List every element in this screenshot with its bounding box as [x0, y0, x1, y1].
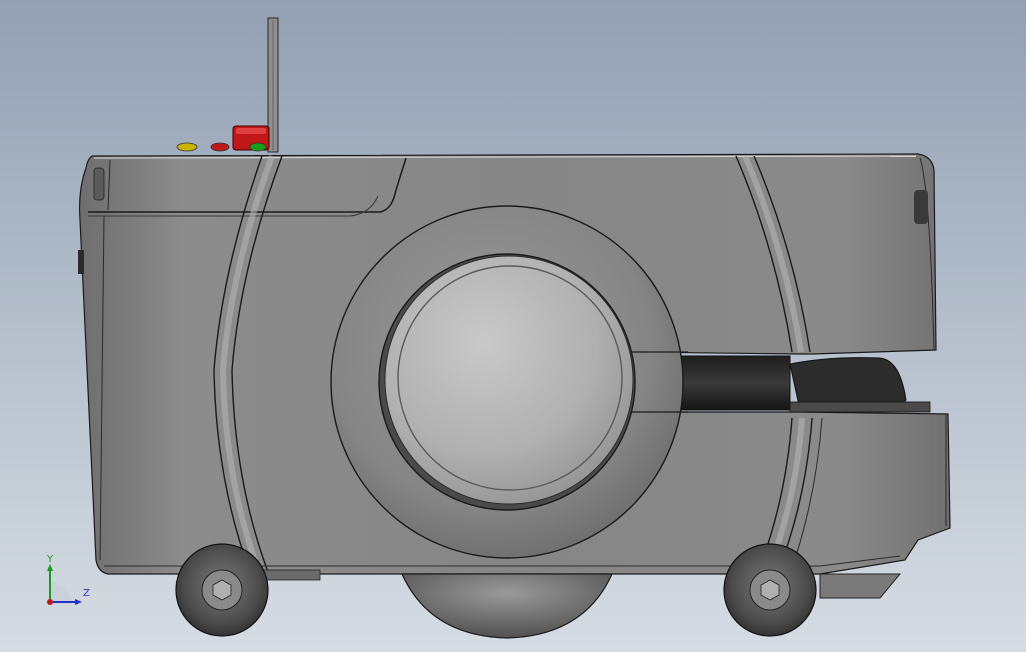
indicator-lamps — [176, 142, 267, 152]
y-axis-label: Y — [47, 554, 54, 565]
coordinate-triad: Y Z — [38, 552, 98, 612]
z-axis-label: Z — [83, 588, 90, 599]
graphics-viewport[interactable]: Y Z — [0, 0, 1026, 652]
drive-wheel — [401, 573, 613, 639]
robot-model[interactable] — [0, 0, 1026, 652]
